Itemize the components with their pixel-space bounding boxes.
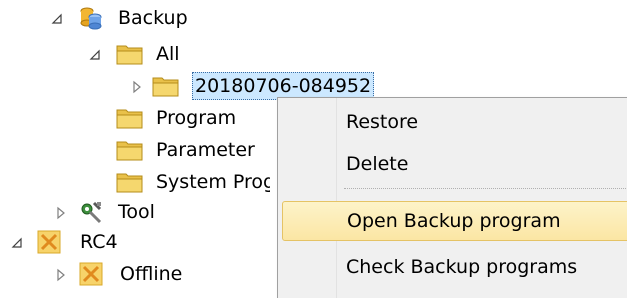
folder-icon <box>116 106 144 132</box>
tree-label-program: Program <box>156 107 237 129</box>
tree-node-offline[interactable]: Offline <box>0 258 200 290</box>
folder-icon <box>116 138 144 164</box>
tree-label-parameter: Parameter <box>156 139 255 161</box>
tree-node-backup[interactable]: Backup <box>0 2 200 34</box>
tree-label-offline: Offline <box>120 263 183 285</box>
expanded-arrow-icon[interactable] <box>10 236 24 250</box>
collapsed-arrow-icon[interactable] <box>54 206 68 220</box>
menu-item-restore[interactable]: Restore <box>282 103 627 141</box>
tree-label-backup: Backup <box>118 7 188 29</box>
menu-item-open-backup-program[interactable]: Open Backup program <box>282 201 627 241</box>
context-menu: Restore Delete Open Backup program Check… <box>277 97 627 298</box>
menu-separator <box>344 188 627 189</box>
collapsed-arrow-icon[interactable] <box>130 80 144 94</box>
tree-label-rc4: RC4 <box>80 231 118 253</box>
collapsed-arrow-icon[interactable] <box>54 268 68 282</box>
tool-icon <box>78 200 106 226</box>
menu-item-label: Delete <box>346 153 409 175</box>
tree-label-all: All <box>156 43 180 65</box>
tree-node-tool[interactable]: Tool <box>0 196 200 228</box>
folder-icon <box>152 74 180 100</box>
expanded-arrow-icon[interactable] <box>88 48 102 62</box>
offline-x-icon <box>78 261 106 287</box>
database-icon <box>78 5 106 31</box>
folder-icon <box>116 42 144 68</box>
tree-node-system-prog[interactable]: System Prog <box>0 166 270 198</box>
menu-item-label: Check Backup programs <box>346 256 578 278</box>
offline-x-icon <box>36 229 64 255</box>
tree-node-all[interactable]: All <box>0 38 200 70</box>
menu-item-check-backup-programs[interactable]: Check Backup programs <box>282 248 627 286</box>
menu-item-label: Open Backup program <box>347 210 561 232</box>
tree-node-parameter[interactable]: Parameter <box>0 134 270 166</box>
menu-item-delete[interactable]: Delete <box>282 145 627 183</box>
tree-label-tool: Tool <box>118 201 155 223</box>
tree-label-snapshot: 20180706-084952 <box>192 72 375 100</box>
tree-node-program[interactable]: Program <box>0 102 270 134</box>
tree-label-system-prog: System Prog <box>156 171 270 193</box>
tree-node-rc4[interactable]: RC4 <box>0 226 200 258</box>
menu-item-label: Restore <box>346 111 419 133</box>
expanded-arrow-icon[interactable] <box>50 12 64 26</box>
folder-icon <box>116 170 144 196</box>
